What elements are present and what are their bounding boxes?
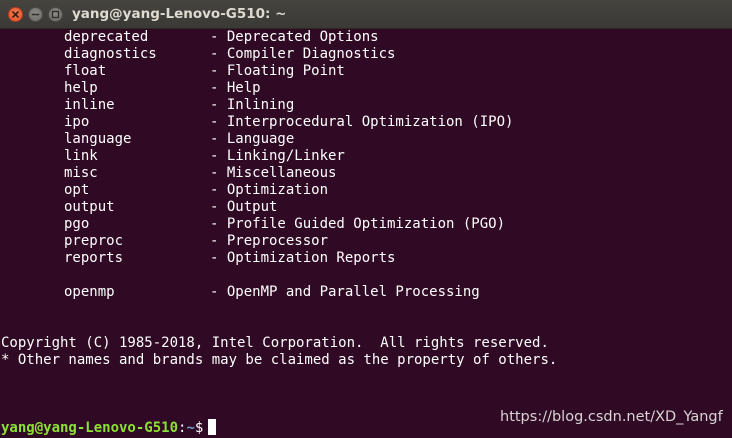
option-row: reports - Optimization Reports	[1, 250, 731, 267]
title-bar[interactable]: yang@yang-Lenovo-G510: ~	[0, 0, 732, 29]
trademark-line: * Other names and brands may be claimed …	[1, 352, 558, 368]
option-name: diagnostics	[64, 46, 157, 62]
option-name: misc	[64, 165, 98, 181]
minimize-button[interactable]	[28, 7, 43, 22]
option-row: diagnostics - Compiler Diagnostics	[1, 46, 731, 63]
option-description: - Preprocessor	[210, 233, 329, 249]
openmp-row: openmp - OpenMP and Parallel Processing	[1, 284, 731, 301]
option-name: float	[64, 63, 107, 79]
option-description: - Linking/Linker	[210, 148, 345, 164]
prompt-path: ~	[186, 420, 195, 436]
prompt-symbol: $	[194, 420, 204, 436]
maximize-icon	[51, 10, 60, 19]
text-cursor	[208, 419, 217, 435]
option-description: - Floating Point	[210, 63, 345, 79]
option-name: help	[64, 80, 98, 96]
option-row: float - Floating Point	[1, 63, 731, 80]
close-icon	[12, 11, 19, 18]
close-button[interactable]	[8, 7, 23, 22]
option-row: opt - Optimization	[1, 182, 731, 199]
option-name: reports	[64, 250, 124, 266]
option-description: - Deprecated Options	[210, 29, 379, 45]
option-name: output	[64, 199, 115, 215]
terminal-window: yang@yang-Lenovo-G510: ~ deprecated - Dep…	[0, 0, 732, 438]
option-row: misc - Miscellaneous	[1, 165, 731, 182]
option-description: - Optimization	[210, 182, 329, 198]
option-name: openmp	[64, 284, 115, 300]
option-row: pgo - Profile Guided Optimization (PGO)	[1, 216, 731, 233]
shell-prompt[interactable]: yang@yang-Lenovo-G510:~$	[1, 419, 217, 436]
option-row: inline - Inlining	[1, 97, 731, 114]
option-name: language	[64, 131, 132, 147]
option-description: - Miscellaneous	[210, 165, 337, 181]
minimize-icon	[31, 13, 40, 16]
prompt-user-host: yang@yang-Lenovo-G510	[1, 420, 179, 436]
option-name: pgo	[64, 216, 90, 232]
maximize-button[interactable]	[48, 7, 63, 22]
option-description: - Help	[210, 80, 261, 96]
copyright-line: Copyright (C) 1985-2018, Intel Corporati…	[1, 335, 549, 351]
terminal-output[interactable]: deprecated - Deprecated Options diagnostic…	[1, 29, 731, 438]
option-name: inline	[64, 97, 115, 113]
option-name: link	[64, 148, 98, 164]
option-description: - Output	[210, 199, 278, 215]
watermark: https://blog.csdn.net/XD_Yangf	[500, 409, 723, 425]
option-row: deprecated - Deprecated Options	[1, 29, 731, 46]
option-row: language - Language	[1, 131, 731, 148]
option-description: - Inlining	[210, 97, 295, 113]
option-description: - Compiler Diagnostics	[210, 46, 396, 62]
option-name: opt	[64, 182, 90, 198]
option-description: - Optimization Reports	[210, 250, 396, 266]
option-description: - Interprocedural Optimization (IPO)	[210, 114, 514, 130]
option-row: ipo - Interprocedural Optimization (IPO)	[1, 114, 731, 131]
option-row: preproc - Preprocessor	[1, 233, 731, 250]
window-title: yang@yang-Lenovo-G510: ~	[72, 6, 287, 22]
option-row: help - Help	[1, 80, 731, 97]
option-description: - Language	[210, 131, 295, 147]
option-description: - OpenMP and Parallel Processing	[210, 284, 480, 300]
option-name: preproc	[64, 233, 124, 249]
option-name: ipo	[64, 114, 90, 130]
option-row: link - Linking/Linker	[1, 148, 731, 165]
option-name: deprecated	[64, 29, 149, 45]
option-row: output - Output	[1, 199, 731, 216]
option-description: - Profile Guided Optimization (PGO)	[210, 216, 506, 232]
